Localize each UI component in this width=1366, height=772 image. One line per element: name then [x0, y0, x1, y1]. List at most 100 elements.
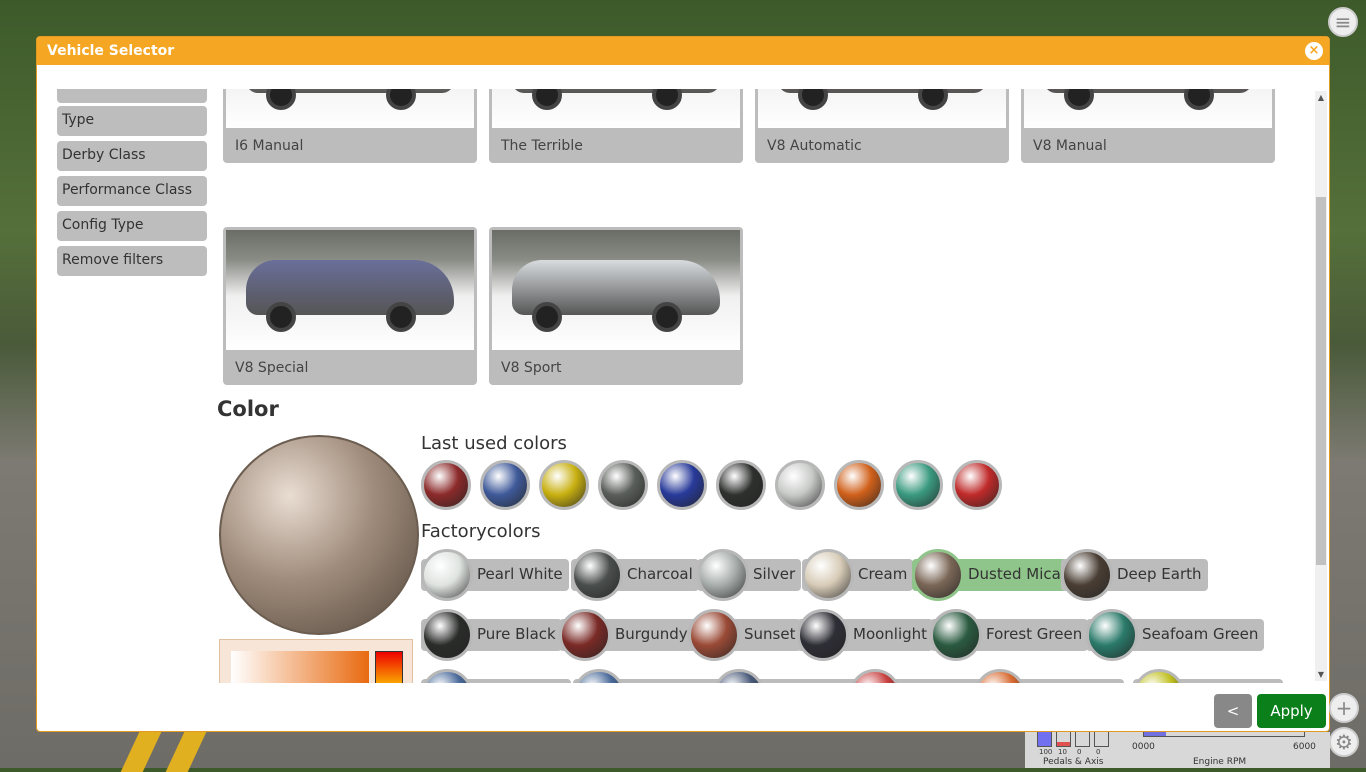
wheel	[532, 89, 562, 110]
color-swatch	[697, 549, 749, 601]
factory-color-option[interactable]	[573, 669, 723, 683]
vehicle-thumbnail	[226, 89, 474, 128]
factory-color-option[interactable]: Forest Green	[930, 609, 1089, 661]
last-used-color-swatch[interactable]	[716, 460, 766, 510]
vehicle-selector-dialog: Vehicle Selector × Color Last used color…	[36, 36, 1330, 732]
wheel	[1064, 89, 1094, 110]
color-swatch	[1086, 609, 1138, 661]
menu-button[interactable]: ≡	[1328, 7, 1358, 37]
last-used-color-swatch[interactable]	[539, 460, 589, 510]
color-name: Charcoal	[627, 565, 693, 583]
wheel	[266, 302, 296, 332]
factory-color-option[interactable]: Charcoal	[571, 549, 699, 601]
factory-color-option[interactable]	[974, 669, 1124, 683]
color-swatch	[802, 549, 854, 601]
factory-color-option[interactable]: Moonlight	[797, 609, 934, 661]
vehicle-config-card[interactable]: V8 Special	[223, 227, 477, 385]
wheel	[386, 302, 416, 332]
vehicle-config-label: V8 Automatic	[767, 138, 862, 154]
last-used-color-swatch[interactable]	[775, 460, 825, 510]
vehicle-config-label: V8 Manual	[1033, 138, 1107, 154]
vehicle-config-label: I6 Manual	[235, 138, 304, 154]
vehicle-config-card[interactable]: V8 Automatic	[755, 89, 1009, 163]
filter-button[interactable]: Performance Class	[57, 176, 207, 206]
vehicle-config-label: The Terrible	[501, 138, 583, 154]
filter-button[interactable]: Derby Class	[57, 141, 207, 171]
factory-color-option[interactable]: Deep Earth	[1061, 549, 1208, 601]
color-swatch	[974, 669, 1026, 683]
filter-button[interactable]: Config Type	[57, 211, 207, 241]
factory-color-option[interactable]: Silver	[697, 549, 802, 601]
color-swatch	[421, 669, 473, 683]
last-used-color-swatch[interactable]	[657, 460, 707, 510]
last-used-heading: Last used colors	[421, 433, 567, 454]
color-picker[interactable]	[219, 639, 413, 683]
wheel	[386, 89, 416, 110]
color-name: Silver	[753, 565, 796, 583]
last-used-color-swatch[interactable]	[421, 460, 471, 510]
rpm-label: Engine RPM	[1193, 757, 1247, 767]
last-used-color-swatch[interactable]	[480, 460, 530, 510]
wheel	[652, 302, 682, 332]
pedal-bar	[1094, 732, 1109, 747]
vehicle-thumbnail	[492, 230, 740, 350]
wheel	[1184, 89, 1214, 110]
wheel	[266, 89, 296, 110]
pedal-bar	[1037, 732, 1052, 747]
factory-color-option[interactable]: Seafoam Green	[1086, 609, 1265, 661]
last-used-color-swatch[interactable]	[834, 460, 884, 510]
last-used-color-swatch[interactable]	[893, 460, 943, 510]
last-used-color-swatch[interactable]	[598, 460, 648, 510]
color-swatch	[849, 669, 901, 683]
factory-color-option[interactable]: Burgundy	[559, 609, 694, 661]
pedal-value: 10	[1058, 748, 1067, 756]
color-name: Dusted Mica	[968, 565, 1061, 583]
factory-heading: Factorycolors	[421, 521, 541, 542]
factory-color-option[interactable]: Cream	[802, 549, 914, 601]
add-icon[interactable]: +	[1329, 693, 1359, 723]
factory-color-option[interactable]: Pure Black	[421, 609, 562, 661]
vehicle-config-card[interactable]: The Terrible	[489, 89, 743, 163]
color-swatch	[713, 669, 765, 683]
apply-button[interactable]: Apply	[1257, 694, 1326, 728]
factory-color-option[interactable]: Pearl White	[421, 549, 569, 601]
close-icon[interactable]: ×	[1305, 42, 1323, 60]
color-swatch	[930, 609, 982, 661]
color-swatch	[1133, 669, 1185, 683]
filter-button[interactable]: Type	[57, 106, 207, 136]
color-name: Seafoam Green	[1142, 625, 1259, 643]
gear-icon[interactable]: ⚙	[1329, 727, 1359, 757]
color-name: Pearl White	[477, 565, 563, 583]
factory-color-option[interactable]	[1133, 669, 1283, 683]
dialog-title: Vehicle Selector	[47, 43, 175, 59]
vehicle-config-label: V8 Sport	[501, 360, 562, 376]
color-preview-sphere	[219, 435, 419, 635]
pedals-label: Pedals & Axis	[1043, 757, 1104, 767]
wheel	[798, 89, 828, 110]
filter-partial[interactable]	[57, 89, 207, 103]
filter-button[interactable]: Remove filters	[57, 246, 207, 276]
scrollbar[interactable]: ▲ ▼	[1315, 91, 1327, 681]
last-used-color-swatch[interactable]	[952, 460, 1002, 510]
dialog-header: Vehicle Selector ×	[37, 37, 1329, 65]
rpm-min: 0000	[1132, 742, 1155, 752]
color-swatch	[421, 549, 473, 601]
vehicle-config-label: V8 Special	[235, 360, 309, 376]
factory-color-option[interactable]	[713, 669, 863, 683]
factory-color-option[interactable]	[421, 669, 571, 683]
color-name: Moonlight	[853, 625, 928, 643]
factory-color-option[interactable]: Dusted Mica	[912, 549, 1067, 601]
back-button[interactable]: <	[1214, 694, 1252, 728]
vehicle-config-card[interactable]: I6 Manual	[223, 89, 477, 163]
wheel	[532, 302, 562, 332]
vehicle-config-card[interactable]: V8 Sport	[489, 227, 743, 385]
vehicle-config-card[interactable]: V8 Manual	[1021, 89, 1275, 163]
vehicle-thumbnail	[492, 89, 740, 128]
color-name: Sunset	[744, 625, 796, 643]
pedals-hud: 100 10 0 0 Pedals & Axis 0000 6000 Engine R…	[1025, 732, 1330, 768]
wheel	[918, 89, 948, 110]
factory-color-option[interactable]: Sunset	[688, 609, 802, 661]
pedal-bar	[1075, 732, 1090, 747]
scroll-content: Color Last used colors Factorycolors Typ…	[37, 89, 1315, 683]
pedal-value: 100	[1039, 748, 1053, 756]
